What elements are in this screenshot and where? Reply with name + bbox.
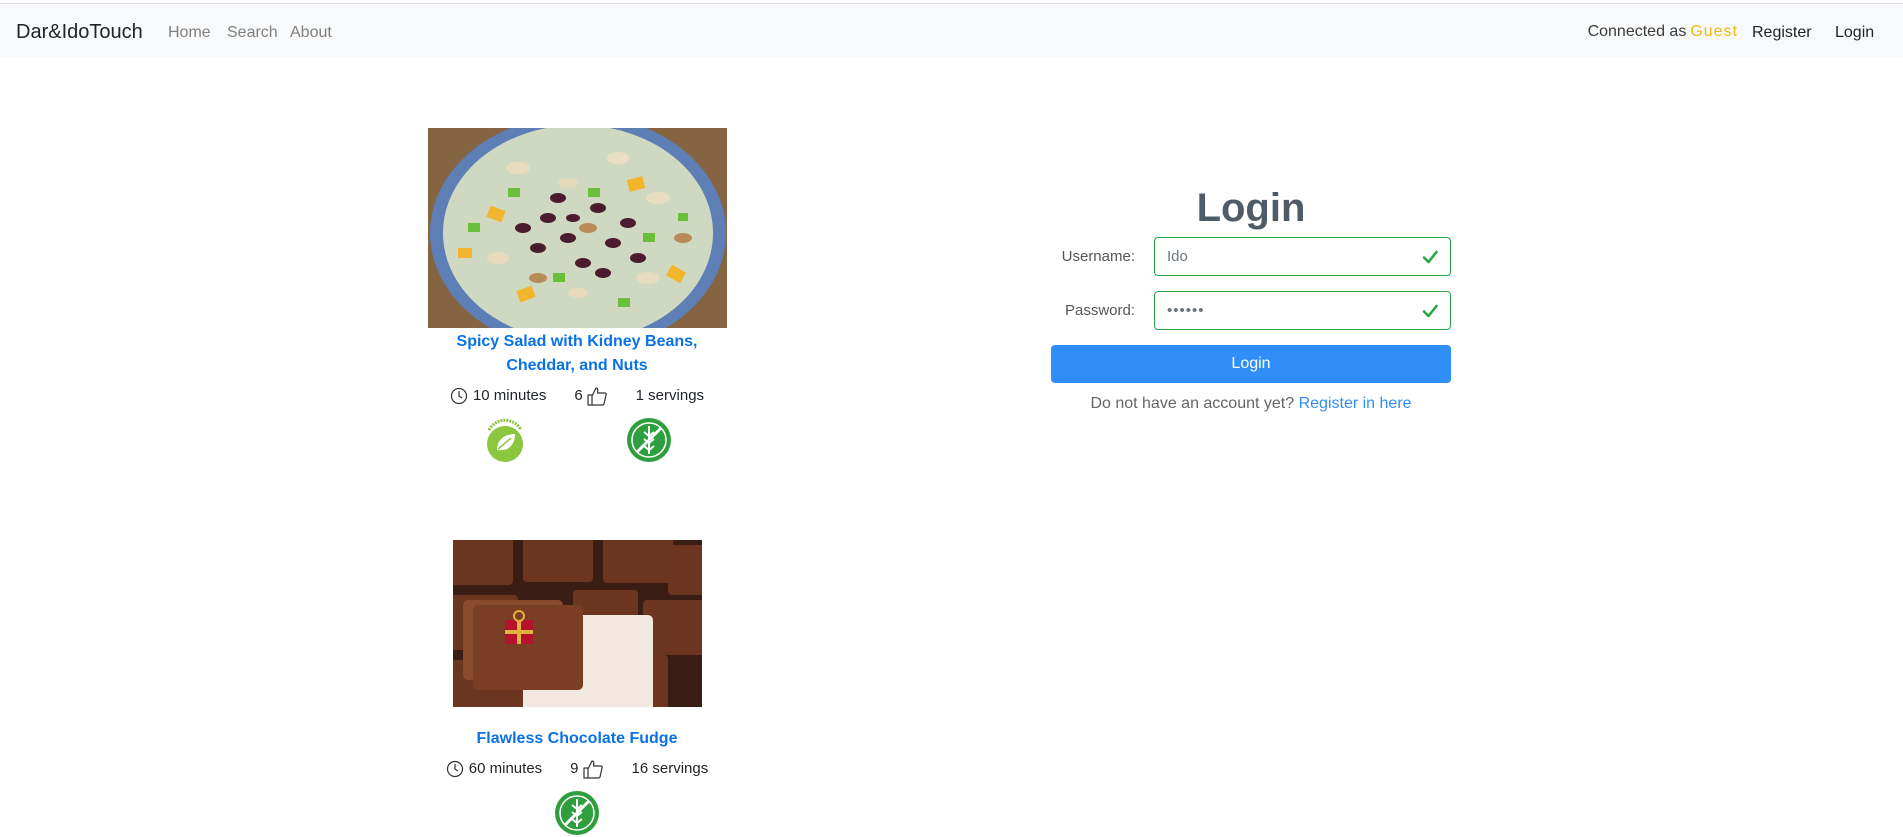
- recipe-badges: [427, 789, 727, 837]
- nav-register[interactable]: Register: [1752, 23, 1812, 43]
- recipe-image-fudge[interactable]: [452, 540, 702, 707]
- thumbs-up-icon[interactable]: [582, 759, 604, 779]
- recipe-meta: 60 minutes 9 16 servings: [427, 757, 727, 781]
- login-button[interactable]: Login: [1051, 345, 1451, 383]
- register-hint-text: Do not have an account yet?: [1090, 395, 1295, 412]
- register-hint: Do not have an account yet? Register in …: [1051, 394, 1451, 414]
- password-input[interactable]: [1154, 291, 1451, 330]
- connected-status: Connected as Guest: [1588, 22, 1738, 42]
- vegetarian-icon: [487, 418, 523, 462]
- clock-icon: [446, 760, 463, 778]
- register-link[interactable]: Register in here: [1299, 395, 1412, 412]
- nav-about[interactable]: About: [290, 23, 332, 43]
- nav-login[interactable]: Login: [1835, 23, 1874, 43]
- recipe-badges: [427, 416, 727, 464]
- recipe-servings: 1 servings: [635, 387, 705, 404]
- connected-prefix: Connected as: [1587, 23, 1687, 40]
- username-input[interactable]: [1154, 237, 1451, 276]
- thumbs-up-icon[interactable]: [586, 386, 608, 406]
- gluten-free-icon: [627, 418, 671, 462]
- check-icon: [1422, 304, 1438, 318]
- password-label: Password:: [1064, 302, 1135, 319]
- recipe-likes: 6: [574, 387, 583, 404]
- recipe-meta: 10 minutes 6 1 servings: [427, 384, 727, 408]
- gluten-free-icon: [555, 791, 599, 835]
- nav-home[interactable]: Home: [168, 23, 211, 43]
- recipe-likes: 9: [570, 760, 579, 777]
- recipe-card: Spicy Salad with Kidney Beans, Cheddar, …: [427, 128, 727, 464]
- recipe-time: 10 minutes: [472, 387, 547, 404]
- navbar: Dar&IdoTouch Home Search About Connected…: [0, 3, 1903, 58]
- current-user: Guest: [1690, 23, 1738, 40]
- recipe-card: Flawless Chocolate Fudge 60 minutes 9 16…: [427, 540, 727, 837]
- recipe-time: 60 minutes: [468, 760, 543, 777]
- nav-search[interactable]: Search: [227, 23, 278, 43]
- clock-icon: [450, 387, 468, 405]
- recipe-title[interactable]: Spicy Salad with Kidney Beans, Cheddar, …: [427, 330, 727, 378]
- recipe-title[interactable]: Flawless Chocolate Fudge: [427, 727, 727, 751]
- recipe-image-salad[interactable]: [427, 128, 727, 328]
- check-icon: [1422, 250, 1438, 264]
- username-label: Username:: [1061, 248, 1135, 265]
- recipe-servings: 16 servings: [631, 760, 709, 777]
- login-title: Login: [1196, 186, 1306, 230]
- brand-logo[interactable]: Dar&IdoTouch: [16, 20, 143, 44]
